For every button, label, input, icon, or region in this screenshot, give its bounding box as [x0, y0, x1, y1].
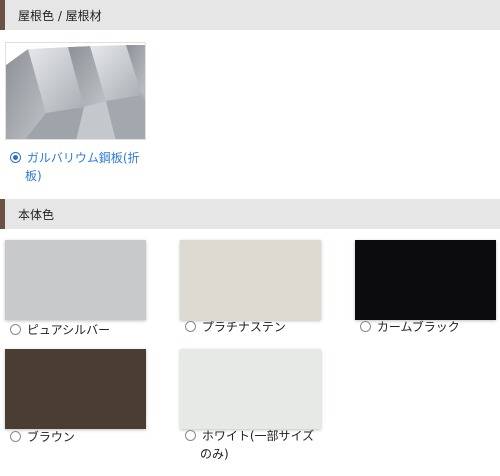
roof-material-image[interactable]	[5, 42, 146, 140]
radio-icon[interactable]	[10, 431, 21, 442]
swatch-calm-black[interactable]	[355, 240, 496, 320]
roof-option-label-line2: 板)	[25, 169, 42, 183]
color-label: ブラウン	[26, 430, 75, 444]
roof-section-header: 屋根色 / 屋根材	[0, 0, 500, 30]
color-option-brown[interactable]: ブラウン	[10, 428, 75, 446]
radio-icon[interactable]	[10, 324, 21, 335]
roof-section-title: 屋根色 / 屋根材	[18, 9, 102, 23]
color-label-line2: のみ)	[200, 447, 229, 461]
roof-option-galvalume[interactable]: ガルバリウム鋼板(折 板)	[10, 149, 160, 185]
color-label: カームブラック	[376, 320, 460, 334]
radio-icon[interactable]	[185, 321, 196, 332]
color-label-line1: ホワイト(一部サイズ	[201, 429, 315, 443]
color-option-pure-silver[interactable]: ピュアシルバー	[10, 321, 110, 339]
swatch-platinum-stain[interactable]	[180, 240, 321, 320]
radio-selected-icon[interactable]	[10, 152, 21, 163]
radio-icon[interactable]	[360, 321, 371, 332]
body-section-header: 本体色	[0, 199, 500, 229]
swatch-pure-silver[interactable]	[5, 240, 146, 320]
color-label: ピュアシルバー	[26, 323, 111, 337]
color-option-platinum-stain[interactable]: プラチナステン	[185, 318, 286, 336]
color-option-calm-black[interactable]: カームブラック	[360, 318, 460, 336]
body-section-title: 本体色	[18, 208, 55, 222]
color-option-white[interactable]: ホワイト(一部サイズ のみ)	[185, 427, 335, 463]
swatch-brown[interactable]	[5, 349, 146, 429]
swatch-white[interactable]	[180, 349, 321, 429]
corrugated-metal-sheet-icon	[6, 43, 145, 139]
radio-icon[interactable]	[185, 430, 196, 441]
roof-option-label-line1: ガルバリウム鋼板(折	[26, 151, 140, 165]
color-label: プラチナステン	[201, 320, 286, 334]
